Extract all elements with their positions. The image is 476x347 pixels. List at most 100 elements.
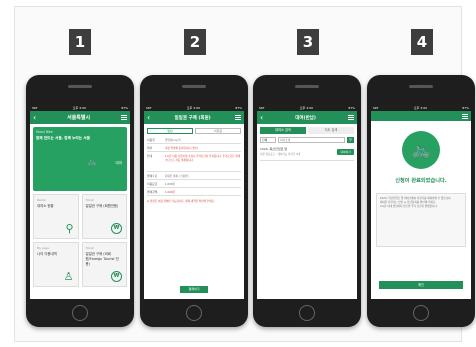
tile-rental-status[interactable]: Rental 대여소 현황 ⚲ [33, 194, 79, 239]
battery-label: 87% [121, 106, 128, 110]
carrier-label: SKT [259, 106, 265, 110]
info-line: 2시간 이내 반납하지 않으면 추가 요금이 발생합니다. [380, 205, 438, 208]
step-number-3: 3 [297, 29, 319, 55]
banner-title: 함께 만드는 서울, 함께 누리는 서울 [36, 136, 90, 140]
tab-general[interactable]: 일반 [147, 128, 193, 134]
menu-icon[interactable] [235, 115, 241, 120]
home-button[interactable] [299, 305, 315, 321]
step-number-1: 1 [69, 29, 91, 55]
step-number-2: 2 [184, 29, 206, 55]
row-value[interactable]: 일일권(1시간) [165, 138, 241, 142]
screen-title: 일일권 구매 (회원) [174, 115, 211, 121]
banner-small-text: Seoul Bike [36, 130, 53, 134]
phone-speaker [68, 85, 92, 88]
tab-station-search[interactable]: 대여소 검색 [260, 127, 306, 134]
tile-small-label: My page [37, 246, 49, 250]
tile-label: 일일권 구매 (비회원/Foreign Tourist 전용) [85, 252, 119, 266]
rent-button[interactable]: 대여하기 [337, 149, 354, 155]
tile-small-label: Ticket [85, 198, 94, 202]
home-button[interactable] [186, 305, 202, 321]
tile-label: 일일권 구매 (회원전용) [85, 204, 119, 208]
row-label: 이용권 [147, 137, 155, 142]
tab-bar: 일반 비회원 [147, 128, 241, 134]
time-label: 오후 3:00 [299, 106, 314, 110]
time-label: 오후 3:00 [413, 106, 428, 110]
menu-icon[interactable] [347, 115, 354, 120]
menu-icon[interactable] [121, 115, 127, 120]
back-icon[interactable]: ‹ [260, 113, 263, 122]
battery-label: 87% [235, 106, 242, 110]
bike-icon: 🚲 [87, 157, 97, 166]
bike-icon: 🚲 [402, 131, 440, 169]
won-icon: ₩ [111, 271, 122, 282]
rent-button[interactable]: 대여 [116, 161, 122, 166]
search-bar: 전체 대여소명 ⚲ [260, 137, 354, 143]
phone-speaker [409, 85, 433, 88]
search-icon: ⚲ [65, 222, 74, 235]
form-row: 이용요금 1,000원 [147, 180, 241, 188]
screen-complete: SKT 오후 3:00 87% 🚲 신청이 완료되었습니다. 1024. 목산진… [371, 105, 471, 299]
menu-icon[interactable] [462, 113, 468, 119]
phone-speaker [182, 85, 206, 88]
home-button[interactable] [413, 305, 429, 321]
completion-message: 신청이 완료되었습니다. [395, 178, 447, 184]
region-select[interactable]: 전체 [260, 137, 276, 143]
row-label: 안내 [147, 153, 153, 158]
app-bar: ‹ 서울특별시 [30, 111, 130, 124]
row-value: 1시간 이용 기준이며 초과시 추가요금이 부과됩니다. 추가요금은 결제 수단… [165, 154, 241, 162]
app-bar: ‹ 일일권 구매 (회원) [144, 111, 244, 124]
tab-nonmember[interactable]: 비회원 [195, 128, 241, 134]
form-row: 결제수단 휴대폰 결제 / 신용카드 [147, 172, 241, 180]
screen-rental-search: SKT 오후 3:00 87% ‹ 대여(반납) 대여소 검색 지도 검색 전체… [257, 105, 357, 299]
phone-2: SKT 오후 3:00 87% ‹ 일일권 구매 (회원) 일반 비회원 이용권… [140, 75, 248, 327]
form-row: 이용권 일일권(1시간) [147, 136, 241, 144]
step-number-4: 4 [411, 29, 433, 55]
won-icon: ₩ [111, 223, 122, 234]
battery-label: 87% [462, 106, 469, 110]
confirm-button[interactable]: 확인 [379, 281, 463, 289]
battery-label: 87% [348, 106, 355, 110]
tile-small-label: Ticket [85, 246, 94, 250]
search-icon[interactable]: ⚲ [347, 137, 354, 143]
phone-1: SKT 오후 3:00 87% ‹ 서울특별시 Seoul Bike 함께 만드… [26, 75, 134, 327]
carrier-label: SKT [146, 106, 152, 110]
promo-banner[interactable]: Seoul Bike 함께 만드는 서울, 함께 누리는 서울 🚲 대여 [33, 127, 127, 191]
tile-label: 대여소 현황 [37, 204, 54, 208]
screen-home: SKT 오후 3:00 87% ‹ 서울특별시 Seoul Bike 함께 만드… [30, 105, 130, 299]
time-label: 오후 3:00 [186, 106, 201, 110]
app-bar: ‹ 대여(반납) [257, 111, 357, 124]
form-row: 결제금액 1,000원 [147, 188, 241, 196]
screen-title: 대여(반납) [295, 115, 316, 121]
row-label: 약관 [147, 145, 153, 150]
app-logo: 서울특별시 [67, 115, 91, 121]
tab-bar: 대여소 검색 지도 검색 [260, 127, 354, 134]
row-value[interactable]: 이용 약관에 동의합니다 (필수) [165, 146, 241, 150]
phone-3: SKT 오후 3:00 87% ‹ 대여(반납) 대여소 검색 지도 검색 전체… [253, 75, 361, 327]
screen-day-pass: SKT 오후 3:00 87% ‹ 일일권 구매 (회원) 일반 비회원 이용권… [144, 105, 244, 299]
phone-4: SKT 오후 3:00 87% 🚲 신청이 완료되었습니다. 1024. 목산진… [367, 75, 475, 327]
home-button[interactable] [72, 305, 88, 321]
tile-my-history[interactable]: My page 나의 이용내역 ♙ [33, 242, 79, 287]
search-input[interactable]: 대여소명 [278, 137, 345, 143]
row-value: 1,000원 [165, 190, 175, 194]
form-row: 약관 이용 약관에 동의합니다 (필수) [147, 144, 241, 152]
list-item: 1024. 목산진입로 앞 서울 영등포구 · 대여가능 자전거 4대 대여하기 [260, 147, 354, 161]
tab-map-search[interactable]: 지도 검색 [308, 127, 354, 134]
back-icon[interactable]: ‹ [147, 113, 150, 122]
row-label: 이용요금 [147, 181, 158, 186]
tile-day-pass-nonmember[interactable]: Ticket 일일권 구매 (비회원/Foreign Tourist 전용) ₩ [81, 242, 127, 287]
tile-label: 나의 이용내역 [37, 252, 57, 256]
back-icon[interactable]: ‹ [33, 113, 36, 122]
carrier-label: SKT [373, 106, 379, 110]
refund-note: ※ 환불은 이용 전에만 가능합니다. 결제 내역을 확인해 주세요. [147, 200, 215, 203]
row-value: 1,000원 [165, 182, 175, 186]
app-bar [371, 111, 471, 121]
time-label: 오후 3:00 [72, 106, 87, 110]
info-box: 1024. 목산진입로 앞 대여소에서 자전거를 대여하실 수 있습니다. 대여… [376, 193, 466, 247]
menu-grid: Rental 대여소 현황 ⚲ Ticket 일일권 구매 (회원전용) ₩ M… [33, 194, 127, 287]
tile-day-pass-member[interactable]: Ticket 일일권 구매 (회원전용) ₩ [81, 194, 127, 239]
payment-method-radio[interactable]: 휴대폰 결제 / 신용카드 [165, 174, 241, 178]
user-icon: ♙ [63, 270, 74, 283]
pay-button[interactable]: 결제하기 [180, 286, 208, 293]
row-label: 결제금액 [147, 189, 158, 194]
